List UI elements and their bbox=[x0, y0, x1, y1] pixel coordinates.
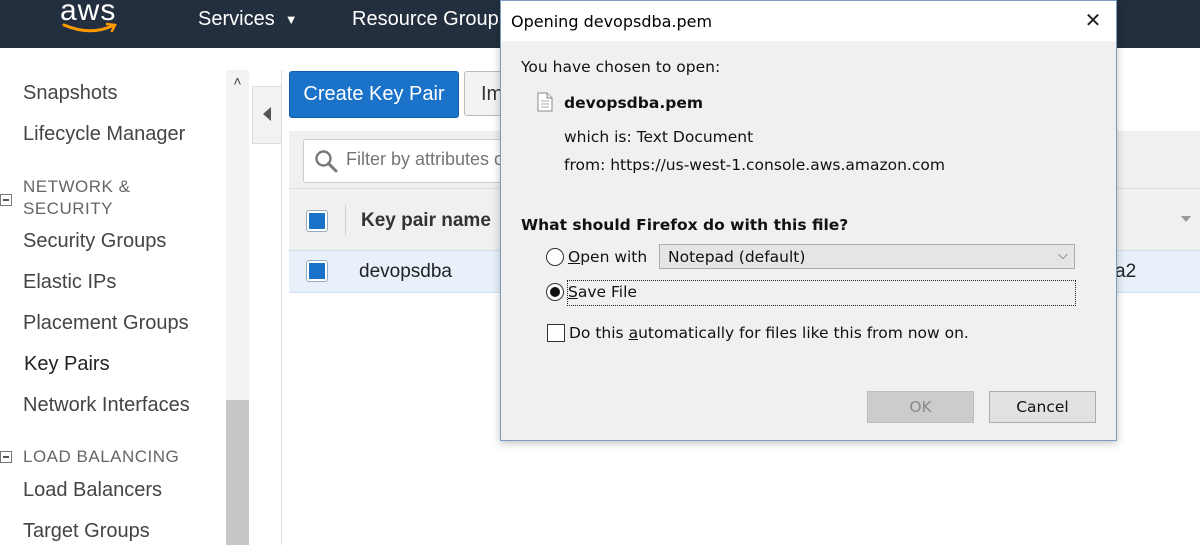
auto-action-pre: Do this bbox=[569, 324, 629, 342]
source-url: https://us-west-1.console.aws.amazon.com bbox=[610, 156, 945, 174]
select-all-checkbox[interactable] bbox=[307, 211, 327, 231]
open-with-text: pen with bbox=[580, 248, 648, 266]
sidebar: Snapshots Lifecycle Manager NETWORK & SE… bbox=[0, 48, 226, 545]
close-icon[interactable]: ✕ bbox=[1076, 7, 1110, 35]
aws-smile-icon bbox=[62, 22, 117, 33]
create-key-pair-button[interactable]: Create Key Pair bbox=[289, 71, 459, 118]
save-file-text: ave File bbox=[577, 283, 637, 301]
auto-action-mnemonic: a bbox=[628, 324, 639, 342]
from-label: from: bbox=[564, 156, 606, 174]
row-checkbox[interactable] bbox=[307, 261, 327, 281]
sidebar-item-load-balancers[interactable]: Load Balancers bbox=[23, 479, 162, 502]
which-is-label: which is: bbox=[564, 128, 632, 146]
section-heading-load-balancing[interactable]: LOAD BALANCING bbox=[23, 446, 179, 468]
chevron-up-icon[interactable]: ˄ bbox=[226, 70, 249, 92]
column-header-key-pair-name[interactable]: Key pair name bbox=[361, 210, 491, 232]
dialog-title: Opening devopsdba.pem bbox=[511, 12, 713, 31]
selected-application: Notepad (default) bbox=[668, 248, 806, 266]
scrollbar-thumb[interactable] bbox=[226, 400, 249, 545]
save-file-radio[interactable] bbox=[546, 283, 564, 301]
divider bbox=[281, 70, 282, 545]
file-type-row: which is: Text Document bbox=[564, 128, 753, 146]
dialog-titlebar[interactable]: Opening devopsdba.pem ✕ bbox=[501, 1, 1116, 41]
collapse-sidebar-button[interactable] bbox=[252, 86, 281, 144]
caret-left-icon bbox=[263, 107, 271, 121]
file-name: devopsdba.pem bbox=[564, 94, 703, 112]
sidebar-item-key-pairs[interactable]: Key Pairs bbox=[24, 353, 110, 376]
file-source-row: from: https://us-west-1.console.aws.amaz… bbox=[564, 156, 945, 174]
services-menu[interactable]: Services ▼ bbox=[198, 8, 298, 31]
auto-action-label[interactable]: Do this automatically for files like thi… bbox=[569, 324, 969, 342]
column-divider bbox=[345, 205, 346, 235]
collapse-network-icon[interactable] bbox=[0, 194, 12, 206]
sidebar-item-snapshots[interactable]: Snapshots bbox=[23, 82, 118, 105]
cancel-button[interactable]: Cancel bbox=[989, 391, 1096, 423]
sidebar-item-elastic-ips[interactable]: Elastic IPs bbox=[23, 271, 116, 294]
sidebar-item-target-groups[interactable]: Target Groups bbox=[23, 520, 150, 543]
document-icon bbox=[537, 92, 553, 112]
services-label: Services bbox=[198, 8, 275, 30]
section-heading-network-security[interactable]: NETWORK & SECURITY bbox=[23, 176, 173, 220]
search-icon bbox=[315, 150, 338, 173]
chosen-to-open-text: You have chosen to open: bbox=[521, 58, 721, 76]
chevron-down-icon: ⌵ bbox=[1058, 247, 1068, 262]
open-with-application-select[interactable]: Notepad (default) ⌵ bbox=[659, 244, 1075, 269]
file-type-value: Text Document bbox=[636, 128, 754, 146]
sidebar-item-network-interfaces[interactable]: Network Interfaces bbox=[23, 394, 190, 417]
auto-action-checkbox[interactable] bbox=[547, 324, 565, 342]
focus-outline bbox=[567, 280, 1076, 306]
collapse-load-balancing-icon[interactable] bbox=[0, 451, 12, 463]
download-dialog: Opening devopsdba.pem ✕ You have chosen … bbox=[500, 0, 1117, 441]
sidebar-item-placement-groups[interactable]: Placement Groups bbox=[23, 312, 189, 335]
open-with-mnemonic: O bbox=[568, 248, 581, 266]
aws-logo[interactable]: aws bbox=[60, 0, 130, 42]
action-question: What should Firefox do with this file? bbox=[521, 216, 849, 234]
resource-groups-label: Resource Group bbox=[352, 8, 499, 30]
row-fingerprint-partial: a2 bbox=[1115, 261, 1137, 282]
save-file-mnemonic: S bbox=[568, 283, 578, 301]
sort-arrow-icon[interactable] bbox=[1181, 216, 1191, 222]
ok-button[interactable]: OK bbox=[867, 391, 974, 423]
open-with-radio[interactable] bbox=[546, 248, 564, 266]
resource-groups-menu[interactable]: Resource Group bbox=[352, 8, 499, 31]
row-key-pair-name: devopsdba bbox=[359, 261, 452, 282]
save-file-label[interactable]: Save File bbox=[568, 283, 637, 301]
open-with-label[interactable]: Open with bbox=[568, 248, 647, 266]
auto-action-post: utomatically for files like this from no… bbox=[638, 324, 969, 342]
chevron-down-icon: ▼ bbox=[284, 12, 298, 28]
sidebar-item-security-groups[interactable]: Security Groups bbox=[23, 230, 166, 253]
sidebar-item-lifecycle-manager[interactable]: Lifecycle Manager bbox=[23, 123, 185, 146]
